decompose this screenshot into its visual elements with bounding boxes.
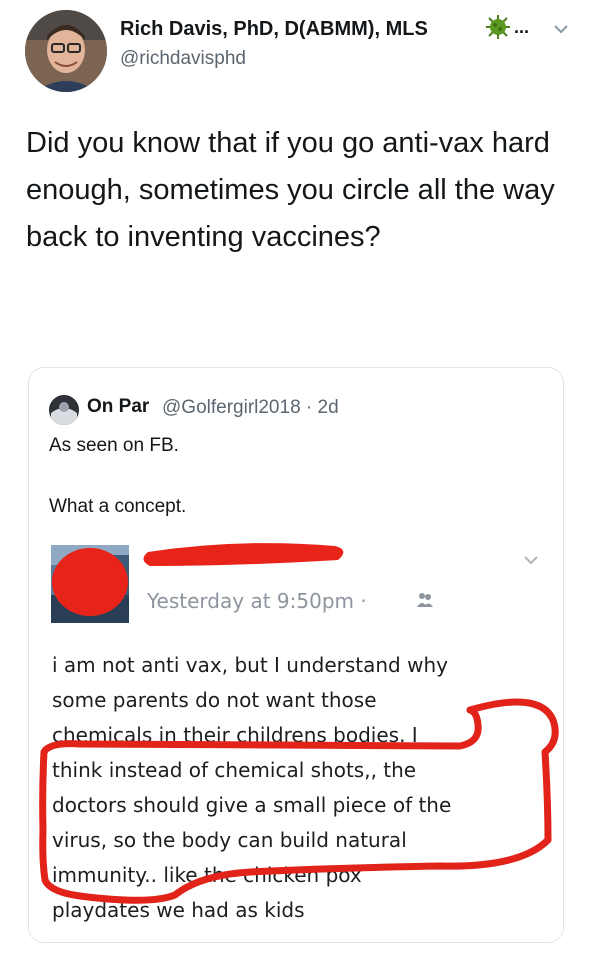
quote-handle-time[interactable]: @Golfergirl2018 · 2d <box>162 397 339 419</box>
fb-post-text: i am not anti vax, but I understand why … <box>52 648 552 928</box>
author-avatar[interactable] <box>25 10 107 92</box>
friends-audience-icon <box>417 591 433 609</box>
quote-text-line2: What a concept. <box>49 496 187 517</box>
tweet-text: Did you know that if you go anti-vax har… <box>26 127 555 253</box>
quote-avatar[interactable] <box>49 395 79 425</box>
author-name[interactable]: Rich Davis, PhD, D(ABMM), MLS <box>120 18 428 41</box>
fb-line: virus, so the body can build natural <box>52 828 407 852</box>
fb-line: think instead of chemical shots,, the <box>52 758 417 782</box>
fb-line: i am not anti vax, but I understand why <box>52 653 448 677</box>
fb-line: doctors should give a small piece of the <box>52 793 452 817</box>
quote-author-name[interactable]: On Par <box>87 396 149 418</box>
author-handle[interactable]: @richdavisphd <box>120 48 246 70</box>
fb-line: immunity.. like the chicken pox <box>52 863 362 887</box>
fb-avatar <box>51 545 129 623</box>
quote-tweet-card[interactable]: On Par @Golfergirl2018 · 2d As seen on F… <box>28 367 564 943</box>
fb-chevron-down-icon <box>523 553 539 565</box>
name-ellipsis: ... <box>514 17 530 37</box>
fb-line: playdates we had as kids <box>52 898 305 922</box>
fb-line: some parents do not want those <box>52 688 377 712</box>
virus-badge-icon <box>485 14 511 40</box>
chevron-down-icon[interactable] <box>553 22 569 34</box>
fb-post-time: Yesterday at 9:50pm · <box>147 589 367 613</box>
quote-text-line1: As seen on FB. <box>49 435 179 456</box>
facebook-post-image: Yesterday at 9:50pm · i am not anti vax,… <box>29 533 563 942</box>
fb-line: chemicals in their childrens bodies. I <box>52 723 418 747</box>
